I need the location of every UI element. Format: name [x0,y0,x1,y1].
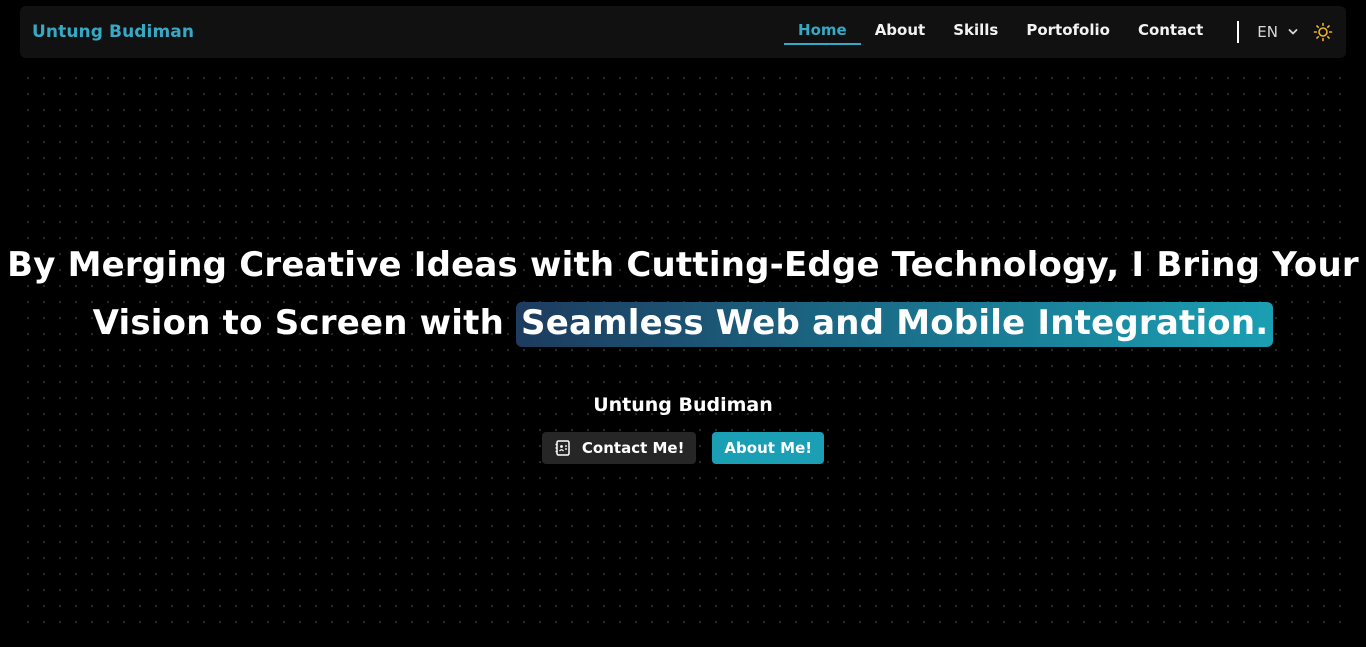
language-select[interactable]: EN [1257,23,1298,41]
hero-buttons: Contact Me! About Me! [0,432,1366,464]
nav-divider [1237,21,1240,43]
page: Untung Budiman Home About Skills Portofo… [0,0,1366,647]
nav-link-skills[interactable]: Skills [939,17,1012,45]
chevron-down-icon [1288,29,1298,35]
contact-me-label: Contact Me! [581,439,685,457]
nav-link-contact[interactable]: Contact [1124,17,1217,45]
navbar: Untung Budiman Home About Skills Portofo… [20,6,1346,58]
author-name: Untung Budiman [593,394,773,416]
contact-me-button[interactable]: Contact Me! [541,432,697,464]
nav-link-about[interactable]: About [861,17,940,45]
nav-right: Home About Skills Portofolio Contact EN [784,6,1334,58]
theme-toggle-button[interactable] [1312,21,1334,43]
contact-card-icon [554,439,572,457]
brand-logo[interactable]: Untung Budiman [32,22,194,42]
nav-link-home[interactable]: Home [784,17,861,45]
about-me-button[interactable]: About Me! [712,432,825,464]
nav-link-portofolio[interactable]: Portofolio [1012,17,1124,45]
sun-icon [1313,22,1333,42]
nav-links: Home About Skills Portofolio Contact [784,6,1217,58]
hero-section: By Merging Creative Ideas with Cutting-E… [0,236,1366,464]
language-value: EN [1257,23,1278,41]
headline-highlight: Seamless Web and Mobile Integration. [516,302,1274,347]
hero-headline: By Merging Creative Ideas with Cutting-E… [0,236,1366,352]
